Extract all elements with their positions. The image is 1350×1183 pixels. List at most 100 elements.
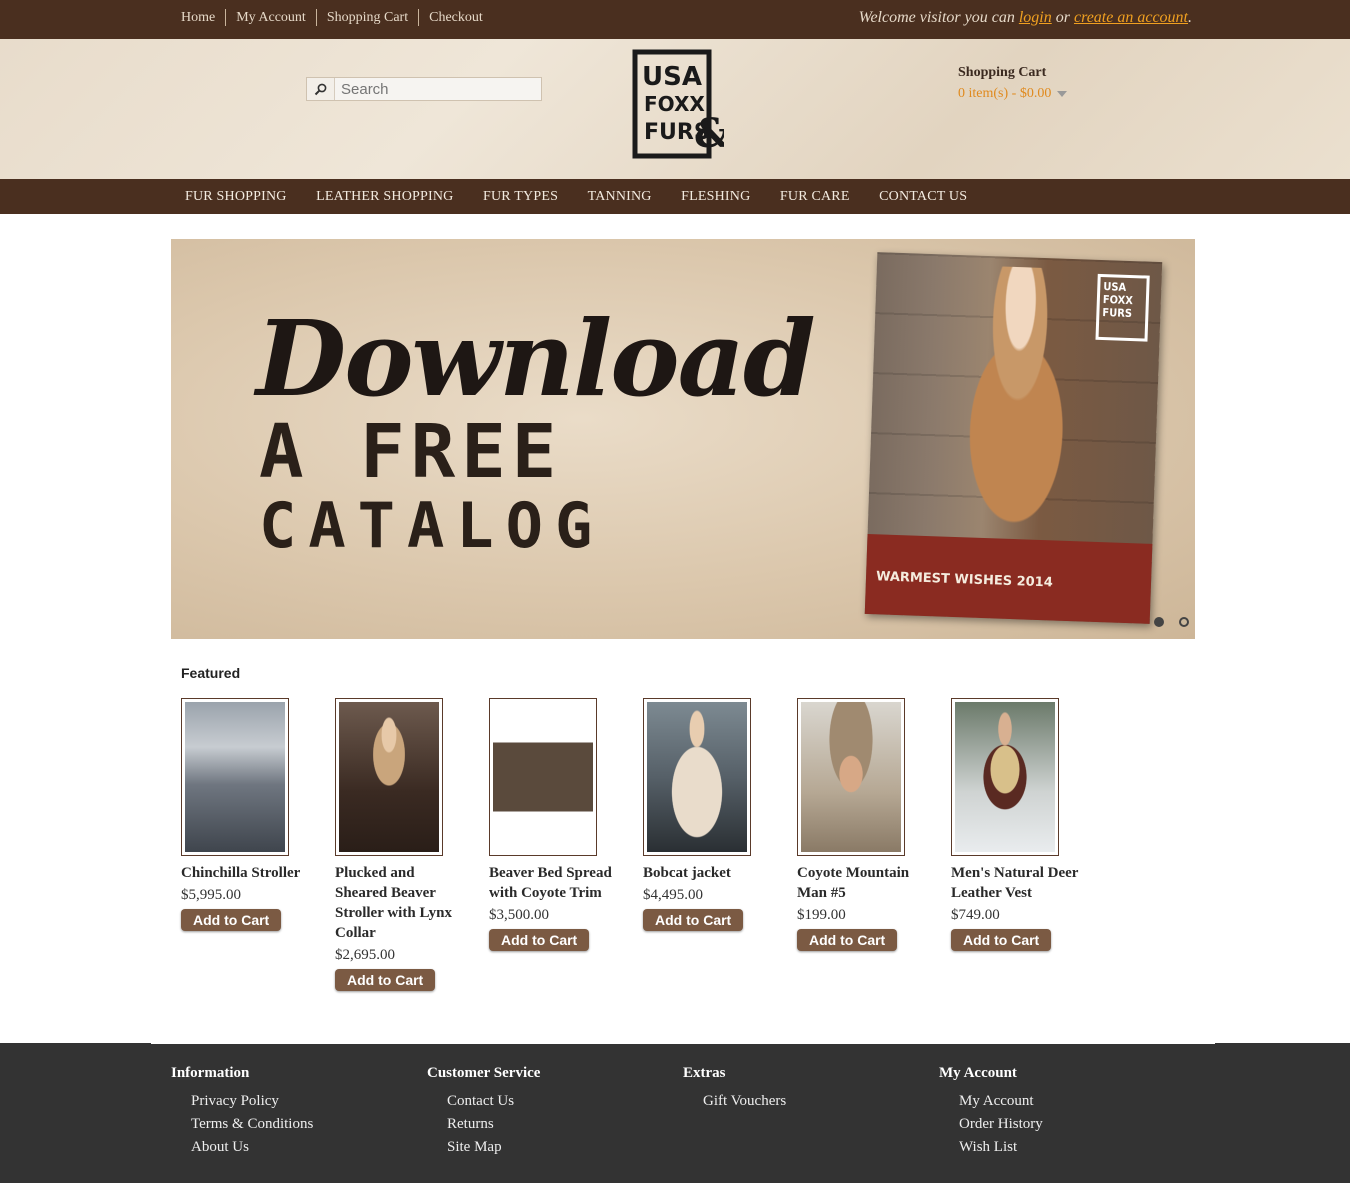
footer-col-information: Information Privacy Policy Terms & Condi… [171,1065,313,1159]
search-icon [314,83,327,95]
search-box [306,77,542,101]
top-links: Home My Account Shopping Cart Checkout [171,9,493,26]
footer-link-privacy-policy[interactable]: Privacy Policy [191,1090,313,1113]
footer-link-returns[interactable]: Returns [447,1113,540,1136]
cart-summary-text: 0 item(s) - $0.00 [958,86,1052,101]
site-footer: Information Privacy Policy Terms & Condi… [0,1043,1350,1183]
banner-line-a-free: A FREE [259,409,563,495]
add-to-cart-button[interactable]: Add to Cart [335,969,436,991]
product-thumb[interactable] [489,698,597,856]
slider-dot-2[interactable] [1179,617,1189,627]
footer-link-gift-vouchers[interactable]: Gift Vouchers [703,1090,786,1113]
product-thumb[interactable] [181,698,289,856]
nav-contact-us[interactable]: CONTACT US [879,189,967,205]
slider-dots [1139,617,1189,627]
top-link-home[interactable]: Home [171,9,225,26]
welcome-or: or [1055,9,1070,26]
footer-col-my-account: My Account My Account Order History Wish… [939,1065,1043,1159]
footer-link-wish-list[interactable]: Wish List [959,1136,1043,1159]
banner-line-download: Download [256,297,816,420]
product-name[interactable]: Beaver Bed Spread with Coyote Trim [489,863,619,903]
product-name[interactable]: Men's Natural Deer Leather Vest [951,863,1081,903]
welcome-period: . [1188,9,1192,26]
product-thumb[interactable] [797,698,905,856]
product-name[interactable]: Bobcat jacket [643,863,773,883]
footer-link-order-history[interactable]: Order History [959,1113,1043,1136]
nav-fur-shopping[interactable]: FUR SHOPPING [185,189,287,205]
footer-heading: Extras [683,1065,726,1081]
nav-tanning[interactable]: TANNING [588,189,652,205]
product-thumb[interactable] [951,698,1059,856]
product-thumb[interactable] [335,698,443,856]
nav-fur-care[interactable]: FUR CARE [780,189,850,205]
product-name[interactable]: Coyote Mountain Man #5 [797,863,927,903]
cart-summary[interactable]: 0 item(s) - $0.00 [958,86,1068,102]
top-bar: Home My Account Shopping Cart Checkout W… [0,0,1350,39]
product-price: $5,995.00 [181,887,241,903]
main-nav: FUR SHOPPING LEATHER SHOPPING FUR TYPES … [0,179,1350,214]
chinchilla-coat-photo [185,702,285,852]
nav-leather-shopping[interactable]: LEATHER SHOPPING [316,189,453,205]
product-card: Chinchilla Stroller $5,995.00 Add to Car… [181,698,335,991]
product-card: Men's Natural Deer Leather Vest $749.00 … [951,698,1105,991]
slider-dot-1[interactable] [1154,617,1164,627]
footer-col-customer-service: Customer Service Contact Us Returns Site… [427,1065,540,1159]
site-header: USA FOXX FURS & Shopping Cart 0 item(s) … [0,39,1350,179]
search-input[interactable] [335,78,541,100]
header-cart[interactable]: Shopping Cart 0 item(s) - $0.00 [958,65,1068,102]
footer-link-terms[interactable]: Terms & Conditions [191,1113,313,1136]
footer-link-about-us[interactable]: About Us [191,1136,313,1159]
footer-heading: My Account [939,1065,1017,1081]
bobcat-jacket-photo [647,702,747,852]
site-logo[interactable]: USA FOXX FURS & [632,49,730,161]
nav-fleshing[interactable]: FLESHING [681,189,750,205]
search-button[interactable] [307,78,335,100]
add-to-cart-button[interactable]: Add to Cart [951,929,1052,951]
svg-text:&: & [694,110,724,157]
featured-heading: Featured [181,665,241,681]
footer-link-site-map[interactable]: Site Map [447,1136,540,1159]
welcome-message: Welcome visitor you can login or create … [859,9,1192,27]
top-link-my-account[interactable]: My Account [225,9,316,26]
top-link-checkout[interactable]: Checkout [418,9,493,26]
product-price: $3,500.00 [489,907,549,923]
product-name[interactable]: Plucked and Sheared Beaver Stroller with… [335,863,465,943]
product-card: Coyote Mountain Man #5 $199.00 Add to Ca… [797,698,951,991]
product-name[interactable]: Chinchilla Stroller [181,863,311,883]
beaver-coat-photo [339,702,439,852]
featured-products: Chinchilla Stroller $5,995.00 Add to Car… [181,698,1105,991]
add-to-cart-button[interactable]: Add to Cart [489,929,590,951]
add-to-cart-button[interactable]: Add to Cart [797,929,898,951]
welcome-prefix: Welcome visitor you can [858,9,1015,26]
product-price: $199.00 [797,907,846,923]
svg-text:USA: USA [642,62,702,92]
product-price: $4,495.00 [643,887,703,903]
create-account-link[interactable]: create an account [1074,9,1188,26]
catalog-model [926,264,1107,570]
product-card: Plucked and Sheared Beaver Stroller with… [335,698,489,991]
add-to-cart-button[interactable]: Add to Cart [181,909,282,931]
login-link[interactable]: login [1019,9,1052,26]
add-to-cart-button[interactable]: Add to Cart [643,909,744,931]
product-price: $2,695.00 [335,947,395,963]
banner-line-catalog: CATALOG [259,489,605,562]
footer-divider [151,1043,1215,1044]
cart-title: Shopping Cart [958,65,1047,80]
chevron-down-icon [1057,90,1068,97]
catalog-cover-image: USA FOXX FURS WARMEST WISHES 2014 [864,252,1163,624]
top-link-shopping-cart[interactable]: Shopping Cart [315,9,418,26]
product-card: Bobcat jacket $4,495.00 Add to Cart [643,698,797,991]
leather-vest-photo [955,702,1055,852]
footer-link-contact-us[interactable]: Contact Us [447,1090,540,1113]
nav-fur-types[interactable]: FUR TYPES [483,189,558,205]
product-card: Beaver Bed Spread with Coyote Trim $3,50… [489,698,643,991]
hero-banner[interactable]: Download A FREE CATALOG USA FOXX FURS WA… [171,239,1195,639]
catalog-logo: USA FOXX FURS [1095,273,1150,342]
product-thumb[interactable] [643,698,751,856]
footer-col-extras: Extras Gift Vouchers [683,1065,786,1113]
product-price: $749.00 [951,907,1000,923]
footer-link-my-account[interactable]: My Account [959,1090,1043,1113]
coyote-hat-photo [801,702,901,852]
footer-heading: Customer Service [427,1065,541,1081]
footer-heading: Information [171,1065,250,1081]
